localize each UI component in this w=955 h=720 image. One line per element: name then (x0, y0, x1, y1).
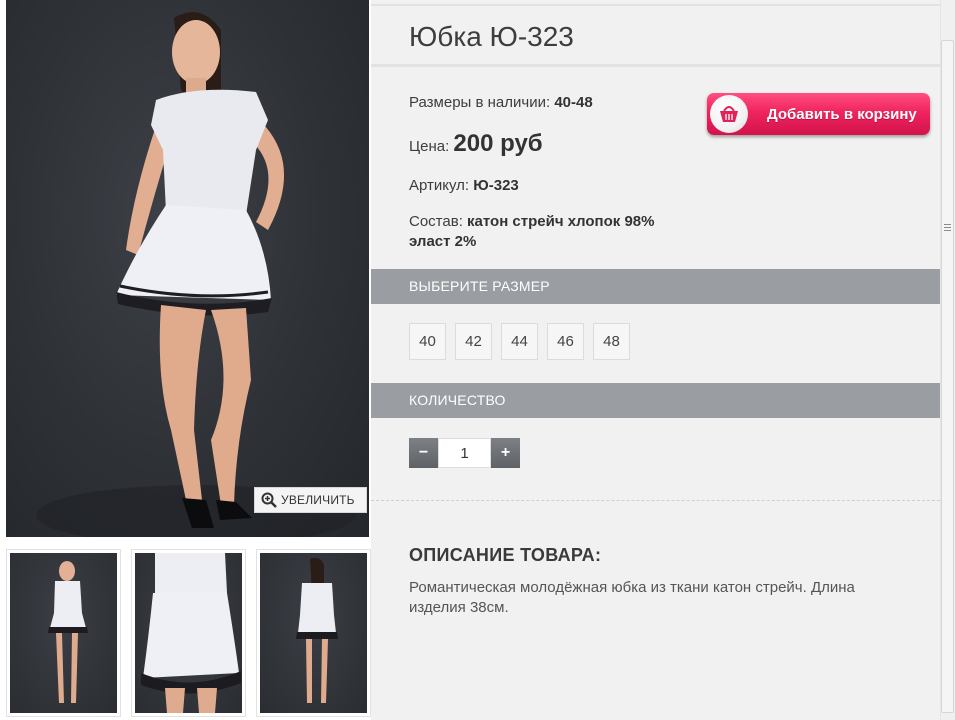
quantity-section-header: КОЛИЧЕСТВО (371, 383, 940, 418)
gallery-thumbnail-3[interactable] (256, 549, 371, 717)
size-option-44[interactable]: 44 (501, 323, 538, 360)
quantity-increase-button[interactable]: + (491, 438, 520, 468)
size-option-42[interactable]: 42 (455, 323, 492, 360)
quantity-decrease-button[interactable]: − (409, 438, 438, 468)
size-options: 40 42 44 46 48 (409, 323, 630, 360)
price-value: 200 руб (453, 130, 543, 157)
description-title: ОПИСАНИЕ ТОВАРА: (409, 545, 602, 565)
add-to-cart-button[interactable]: Добавить в корзину (707, 93, 930, 135)
size-section-header: ВЫБЕРИТЕ РАЗМЕР (371, 269, 940, 304)
zoom-in-icon (261, 492, 277, 508)
sizes-value: 40-48 (554, 94, 593, 111)
zoom-label: УВЕЛИЧИТЬ (281, 493, 355, 507)
quantity-stepper: − + (409, 438, 520, 468)
composition-line: Состав: катон стрейч хлопок 98% эласт 2% (409, 212, 654, 252)
scrollbar-thumb[interactable] (941, 40, 954, 713)
basket-icon (710, 95, 748, 133)
thumbnail-image (260, 553, 367, 713)
sizes-label: Размеры в наличии: (409, 94, 551, 111)
size-option-46[interactable]: 46 (547, 323, 584, 360)
section-divider (371, 500, 940, 501)
article-line: Артикул: Ю-323 (409, 177, 519, 194)
composition-value-2: эласт 2% (409, 233, 477, 250)
size-option-48[interactable]: 48 (593, 323, 630, 360)
gallery-thumbnail-1[interactable] (6, 549, 121, 717)
price-line: Цена: 200 руб (409, 130, 543, 158)
thumbnail-image (10, 553, 117, 713)
zoom-button[interactable]: УВЕЛИЧИТЬ (254, 487, 367, 513)
sizes-available-line: Размеры в наличии: 40-48 (409, 94, 593, 111)
gallery-thumbnail-2[interactable] (131, 549, 246, 717)
add-to-cart-label: Добавить в корзину (767, 105, 917, 123)
scrollbar-grip-icon (944, 224, 951, 233)
description-text: Романтическая молодёжная юбка из ткани к… (409, 579, 855, 616)
article-label: Артикул: (409, 177, 470, 194)
quantity-input[interactable] (438, 438, 491, 468)
product-title: Юбка Ю-323 (409, 21, 574, 52)
article-value: Ю-323 (473, 177, 519, 194)
composition-value: катон стрейч хлопок 98% (467, 213, 655, 230)
model-illustration (36, 12, 356, 537)
main-product-photo[interactable] (6, 0, 369, 537)
price-label: Цена: (409, 138, 450, 155)
size-option-40[interactable]: 40 (409, 323, 446, 360)
thumbnail-image (135, 553, 242, 713)
composition-label: Состав: (409, 213, 463, 230)
title-box: Юбка Ю-323 (371, 4, 940, 67)
